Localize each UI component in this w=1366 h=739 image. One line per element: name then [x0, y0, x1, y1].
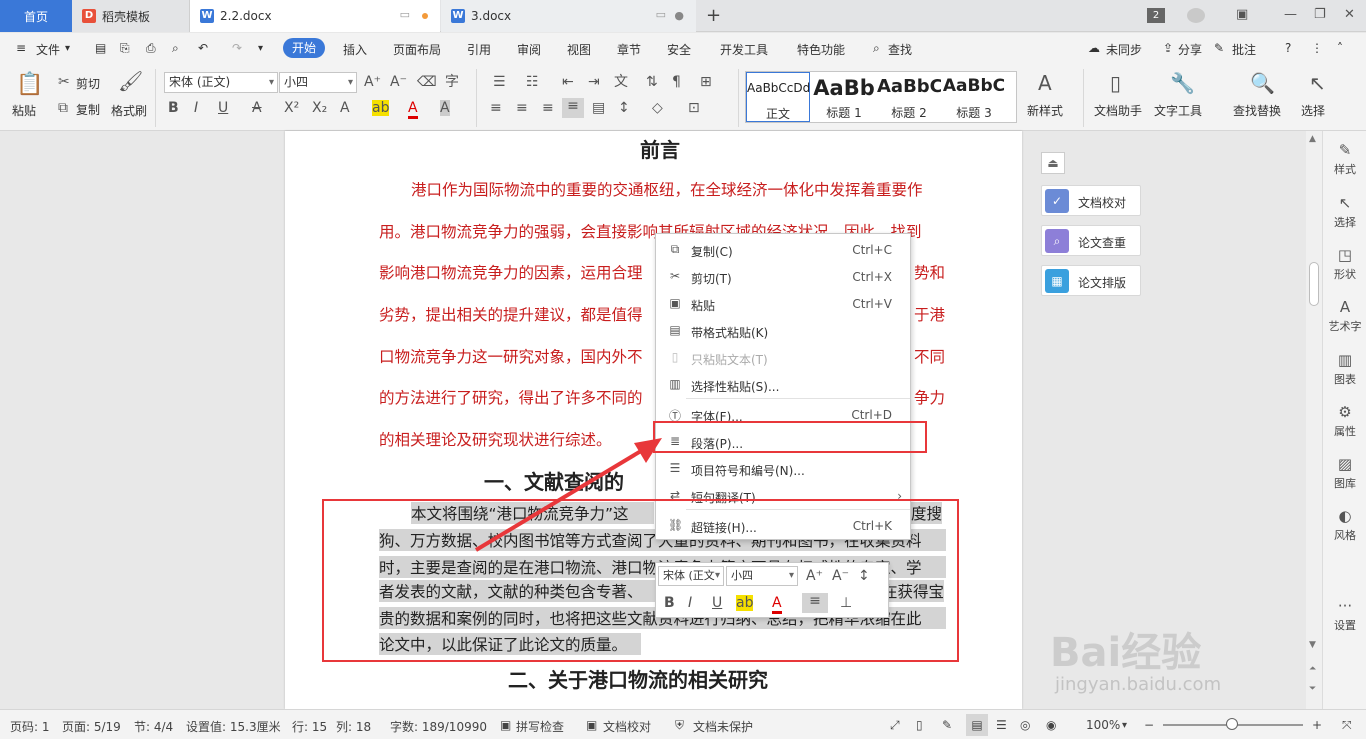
zoom-out-icon[interactable]: −	[1144, 718, 1154, 732]
thesis-check-icon: ⌕	[1045, 229, 1069, 253]
status-bar: 页码: 1 页面: 5/19 节: 4/4 设置值: 15.3厘米 行: 15 …	[0, 709, 1366, 739]
wordart-icon: A	[1339, 298, 1351, 316]
edit-mode-icon[interactable]: ✎	[942, 718, 952, 732]
zoom-in-icon[interactable]: +	[1312, 718, 1322, 732]
web-view-icon[interactable]: ◎	[1020, 718, 1030, 732]
status-spellcheck[interactable]: 拼写检查	[516, 718, 564, 735]
sidebar-label: 图表	[1334, 373, 1356, 386]
sidebar-label: 艺术字	[1328, 320, 1362, 333]
spellcheck-icon[interactable]: ▣	[500, 718, 511, 732]
watermark-logo: Bai经验	[1050, 630, 1202, 676]
sidebar-theme[interactable]: ◐ 风格	[1323, 507, 1366, 543]
sidebar-label: 形状	[1334, 268, 1356, 281]
sidebar-chart[interactable]: ▥ 图表	[1323, 351, 1366, 387]
shield-icon[interactable]: ⛨	[675, 718, 684, 733]
proofread-button[interactable]: ✓ 文档校对	[1041, 185, 1141, 216]
eye-protect-icon[interactable]: ◉	[1046, 718, 1056, 732]
sidebar-label: 设置	[1334, 619, 1356, 632]
fit-icon[interactable]: ⤧	[1342, 718, 1352, 733]
thesis-layout-label: 论文排版	[1078, 276, 1127, 290]
outline-icon[interactable]: ☰	[996, 718, 1007, 732]
right-sidebar: ✎ 样式 ↖ 选择 ◳ 形状 A 艺术字 ▥ 图表 ⚙ 属性 ▨ 图库 ◐ 风格 ··· 设置	[1322, 131, 1366, 709]
status-page-number[interactable]: 页码: 1	[10, 718, 50, 735]
pen-icon: ✎	[1338, 141, 1352, 159]
sidebar-properties[interactable]: ⚙ 属性	[1323, 403, 1366, 439]
sidebar-label: 风格	[1334, 529, 1356, 542]
page-down-icon[interactable]: ⏷	[1309, 684, 1316, 694]
status-row[interactable]: 行: 15	[292, 718, 327, 735]
image-icon: ▨	[1337, 455, 1353, 473]
scroll-down-icon[interactable]: ▼	[1309, 640, 1316, 650]
zoom-dropdown-icon[interactable]: ▾	[1122, 720, 1127, 731]
page-view-icon[interactable]: ▤	[966, 714, 988, 736]
chart-icon: ▥	[1337, 351, 1353, 369]
sidebar-label: 样式	[1334, 163, 1356, 176]
collapse-panel-icon[interactable]: ⏏	[1041, 152, 1065, 174]
proofread-label: 文档校对	[1078, 196, 1127, 210]
status-section[interactable]: 节: 4/4	[134, 718, 173, 735]
sidebar-gallery[interactable]: ▨ 图库	[1323, 455, 1366, 491]
thesis-layout-button[interactable]: ▦ 论文排版	[1041, 265, 1141, 296]
page-up-icon[interactable]: ⏶	[1309, 664, 1316, 674]
status-zoom[interactable]: 100%	[1086, 718, 1120, 732]
sidebar-label: 属性	[1334, 425, 1356, 438]
sidebar-label: 选择	[1334, 216, 1356, 229]
status-setting[interactable]: 设置值: 15.3厘米	[186, 718, 281, 735]
proofread-icon[interactable]: ▣	[586, 718, 597, 732]
sliders-icon: ⚙	[1338, 403, 1352, 421]
palette-icon: ◐	[1338, 507, 1352, 525]
status-col[interactable]: 列: 18	[336, 718, 371, 735]
shape-icon: ◳	[1337, 246, 1353, 264]
sidebar-wordart[interactable]: A 艺术字	[1323, 298, 1366, 334]
thesis-check-button[interactable]: ⌕ 论文查重	[1041, 225, 1141, 256]
zoom-slider-handle[interactable]	[1226, 718, 1238, 730]
vertical-scrollbar[interactable]	[1306, 131, 1322, 709]
scrollbar-thumb[interactable]	[1309, 262, 1319, 306]
watermark-url: jingyan.baidu.com	[1055, 674, 1222, 695]
status-wordcount[interactable]: 字数: 189/10990	[390, 718, 487, 735]
scroll-up-icon[interactable]: ▲	[1309, 134, 1316, 144]
cursor-icon: ↖	[1338, 194, 1352, 212]
sidebar-select[interactable]: ↖ 选择	[1323, 194, 1366, 230]
ellipsis-icon: ···	[1337, 597, 1353, 615]
sidebar-style[interactable]: ✎ 样式	[1323, 141, 1366, 177]
thesis-check-label: 论文查重	[1078, 236, 1127, 250]
proofread-icon: ✓	[1045, 189, 1069, 213]
read-mode-icon[interactable]: ▯	[916, 718, 923, 732]
sidebar-shape[interactable]: ◳ 形状	[1323, 246, 1366, 282]
status-proofread[interactable]: 文档校对	[603, 718, 651, 735]
status-page[interactable]: 页面: 5/19	[62, 718, 121, 735]
thesis-layout-icon: ▦	[1045, 269, 1069, 293]
fullscreen-icon[interactable]: ⤢	[890, 718, 900, 733]
sidebar-settings[interactable]: ··· 设置	[1323, 597, 1366, 633]
status-protect[interactable]: 文档未保护	[693, 718, 753, 735]
sidebar-label: 图库	[1334, 477, 1356, 490]
